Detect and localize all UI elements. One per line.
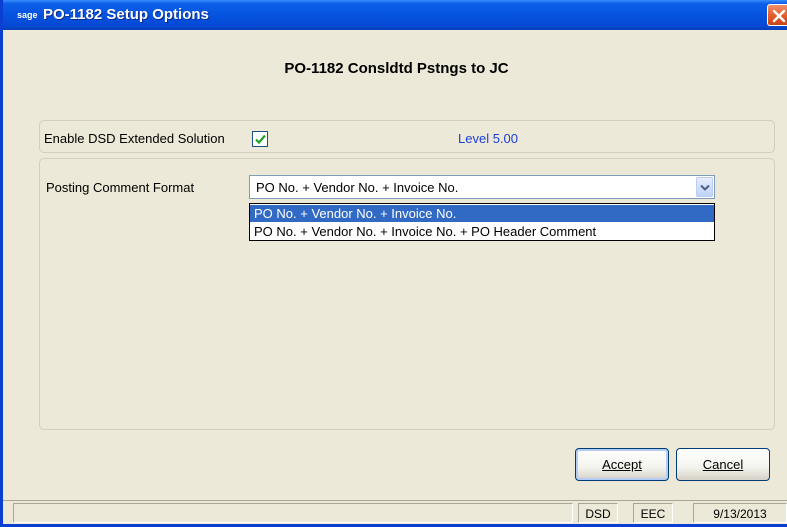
chevron-down-icon xyxy=(700,184,710,191)
enable-dsd-label: Enable DSD Extended Solution xyxy=(44,131,225,146)
cancel-label: Cancel xyxy=(702,457,744,472)
window-title: PO-1182 Setup Options xyxy=(43,6,209,23)
setup-window: sage PO-1182 Setup Options PO-1182 Consl… xyxy=(0,0,787,527)
status-code: EEC xyxy=(633,503,673,523)
close-icon xyxy=(772,9,786,23)
dropdown-list: PO No. + Vendor No. + Invoice No. PO No.… xyxy=(249,203,715,241)
page-heading: PO-1182 Consldtd Pstngs to JC xyxy=(284,60,509,77)
level-text: Level 5.00 xyxy=(458,131,518,146)
enable-dsd-checkbox[interactable] xyxy=(252,131,268,147)
close-button[interactable] xyxy=(767,4,787,26)
status-bar: DSD EEC 9/13/2013 xyxy=(3,500,787,524)
status-main xyxy=(13,503,573,523)
sage-logo-icon: sage xyxy=(17,10,38,20)
accept-button[interactable]: Accept xyxy=(575,448,669,481)
accept-label: Accept xyxy=(602,457,642,472)
posting-comment-format-select[interactable]: PO No. + Vendor No. + Invoice No. xyxy=(249,175,715,199)
select-value: PO No. + Vendor No. + Invoice No. xyxy=(256,180,459,195)
title-bar[interactable]: sage PO-1182 Setup Options xyxy=(3,0,787,30)
status-company: DSD xyxy=(578,503,618,523)
status-date: 9/13/2013 xyxy=(693,503,787,523)
dropdown-option[interactable]: PO No. + Vendor No. + Invoice No. + PO H… xyxy=(250,223,714,240)
cancel-button[interactable]: Cancel xyxy=(676,448,770,481)
checkmark-icon xyxy=(255,134,266,145)
dropdown-button[interactable] xyxy=(696,177,713,197)
posting-comment-format-label: Posting Comment Format xyxy=(46,180,195,195)
dropdown-option-selected[interactable]: PO No. + Vendor No. + Invoice No. xyxy=(250,205,714,222)
